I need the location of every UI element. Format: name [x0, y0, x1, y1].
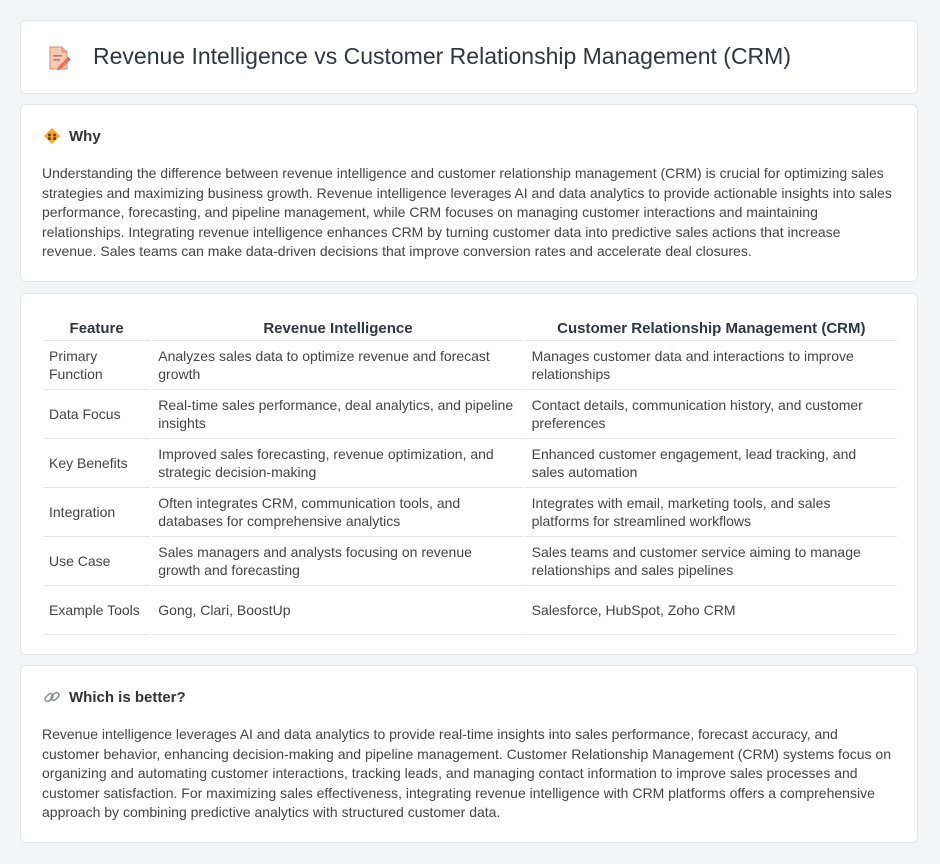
better-header: Which is better? [43, 688, 186, 706]
comparison-section: Feature Revenue Intelligence Customer Re… [20, 293, 918, 655]
header-feature: Feature [43, 314, 151, 341]
crm-cell: Enhanced customer engagement, lead track… [525, 439, 897, 488]
table-row: Data Focus Real-time sales performance, … [43, 390, 897, 439]
feature-cell: Use Case [43, 537, 151, 586]
table-row: Example Tools Gong, Clari, BoostUp Sales… [43, 586, 897, 635]
page-title: Revenue Intelligence vs Customer Relatio… [93, 43, 791, 69]
feature-cell: Data Focus [43, 390, 151, 439]
table-row: Integration Often integrates CRM, commun… [43, 488, 897, 537]
crm-cell: Integrates with email, marketing tools, … [525, 488, 897, 537]
feature-cell: Key Benefits [43, 439, 151, 488]
crm-cell: Sales teams and customer service aiming … [525, 537, 897, 586]
which-is-better-section: Which is better? Revenue intelligence le… [20, 665, 918, 843]
why-heading: Why [69, 127, 101, 145]
crm-cell: Salesforce, HubSpot, Zoho CRM [525, 586, 897, 635]
revenue-intelligence-cell: Analyzes sales data to optimize revenue … [152, 341, 524, 390]
feature-cell: Integration [43, 488, 151, 537]
table-row: Primary Function Analyzes sales data to … [43, 341, 897, 390]
table-row: Key Benefits Improved sales forecasting,… [43, 439, 897, 488]
why-text: Understanding the difference between rev… [42, 165, 892, 260]
better-heading: Which is better? [69, 688, 186, 706]
revenue-intelligence-cell: Sales managers and analysts focusing on … [152, 537, 524, 586]
crm-cell: Manages customer data and interactions t… [525, 341, 897, 390]
feature-cell: Primary Function [43, 341, 151, 390]
why-section: Why Understanding the difference between… [20, 104, 918, 282]
comparison-table: Feature Revenue Intelligence Customer Re… [41, 314, 899, 635]
link-icon [44, 691, 60, 703]
title-card: Revenue Intelligence vs Customer Relatio… [20, 20, 918, 94]
header-revenue-intelligence: Revenue Intelligence [152, 314, 524, 341]
why-header: Why [43, 127, 101, 145]
diamond-people-icon [44, 128, 60, 144]
revenue-intelligence-cell: Often integrates CRM, communication tool… [152, 488, 524, 537]
revenue-intelligence-cell: Improved sales forecasting, revenue opti… [152, 439, 524, 488]
document-pencil-icon [49, 46, 71, 71]
crm-cell: Contact details, communication history, … [525, 390, 897, 439]
revenue-intelligence-cell: Real-time sales performance, deal analyt… [152, 390, 524, 439]
feature-cell: Example Tools [43, 586, 151, 635]
table-header-row: Feature Revenue Intelligence Customer Re… [43, 314, 897, 341]
table-row: Use Case Sales managers and analysts foc… [43, 537, 897, 586]
revenue-intelligence-cell: Gong, Clari, BoostUp [152, 586, 524, 635]
header-crm: Customer Relationship Management (CRM) [525, 314, 897, 341]
better-text: Revenue intelligence leverages AI and da… [42, 726, 891, 821]
